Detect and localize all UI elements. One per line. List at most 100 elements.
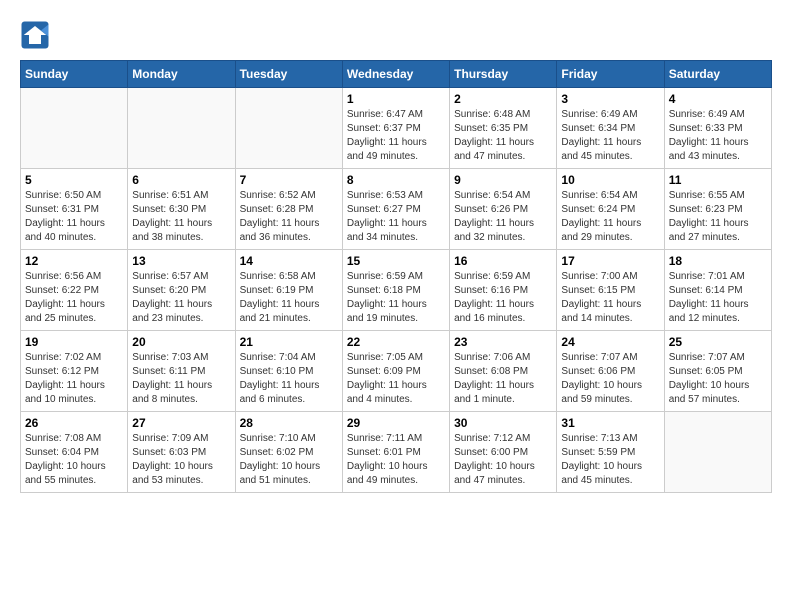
day-header-sunday: Sunday — [21, 61, 128, 88]
calendar-cell: 9Sunrise: 6:54 AM Sunset: 6:26 PM Daylig… — [450, 169, 557, 250]
calendar-cell: 30 Sunrise: 7:12 AM Sunset: 6:00 PM Dayli… — [450, 412, 557, 493]
day-number: 14 — [240, 254, 338, 268]
day-info: Sunrise: 6:59 AM Sunset: 6:16 PM Dayligh… — [454, 270, 552, 326]
calendar-cell — [128, 88, 235, 169]
day-info: Sunrise: 6:53 AM Sunset: 6:27 PM Dayligh… — [347, 189, 445, 245]
day-number: 30 — [454, 416, 552, 430]
day-info: Sunrise: 6:48 AM Sunset: 6:35 PM Dayligh… — [454, 108, 552, 164]
calendar-week-4: 19Sunrise: 7:02 AM Sunset: 6:12 PM Dayli… — [21, 331, 772, 412]
day-info: Sunrise: 6:54 AM Sunset: 6:24 PM Dayligh… — [561, 189, 659, 245]
day-info: Sunrise: 6:57 AM Sunset: 6:20 PM Dayligh… — [132, 270, 230, 326]
calendar-cell: 23 Sunrise: 7:06 AM Sunset: 6:08 PM Dayli… — [450, 331, 557, 412]
page-header — [20, 20, 772, 50]
day-info: Sunrise: 6:49 AM Sunset: 6:34 PM Dayligh… — [561, 108, 659, 164]
calendar-cell — [21, 88, 128, 169]
day-number: 18 — [669, 254, 767, 268]
day-info: Sunrise: 6:50 AM Sunset: 6:31 PM Dayligh… — [25, 189, 123, 245]
day-number: 22 — [347, 335, 445, 349]
calendar-cell: 31Sunrise: 7:13 AM Sunset: 5:59 PM Dayli… — [557, 412, 664, 493]
day-info: Sunrise: 7:11 AM Sunset: 6:01 PM Dayligh… — [347, 432, 445, 488]
calendar-cell: 18 Sunrise: 7:01 AM Sunset: 6:14 PM Dayli… — [664, 250, 771, 331]
day-info: Sunrise: 7:04 AM Sunset: 6:10 PM Dayligh… — [240, 351, 338, 407]
day-number: 19 — [25, 335, 123, 349]
day-number: 8 — [347, 173, 445, 187]
day-header-saturday: Saturday — [664, 61, 771, 88]
day-header-monday: Monday — [128, 61, 235, 88]
day-info: Sunrise: 6:52 AM Sunset: 6:28 PM Dayligh… — [240, 189, 338, 245]
day-info: Sunrise: 7:12 AM Sunset: 6:00 PM Dayligh… — [454, 432, 552, 488]
day-info: Sunrise: 7:09 AM Sunset: 6:03 PM Dayligh… — [132, 432, 230, 488]
calendar-header-row: SundayMondayTuesdayWednesdayThursdayFrid… — [21, 61, 772, 88]
day-number: 25 — [669, 335, 767, 349]
calendar-cell: 20 Sunrise: 7:03 AM Sunset: 6:11 PM Dayli… — [128, 331, 235, 412]
day-number: 2 — [454, 92, 552, 106]
day-number: 24 — [561, 335, 659, 349]
calendar-cell: 6Sunrise: 6:51 AM Sunset: 6:30 PM Daylig… — [128, 169, 235, 250]
day-info: Sunrise: 6:59 AM Sunset: 6:18 PM Dayligh… — [347, 270, 445, 326]
day-info: Sunrise: 7:00 AM Sunset: 6:15 PM Dayligh… — [561, 270, 659, 326]
calendar-week-2: 5 Sunrise: 6:50 AM Sunset: 6:31 PM Daylig… — [21, 169, 772, 250]
calendar-cell: 13 Sunrise: 6:57 AM Sunset: 6:20 PM Dayli… — [128, 250, 235, 331]
calendar-week-1: 1 Sunrise: 6:47 AM Sunset: 6:37 PM Daylig… — [21, 88, 772, 169]
calendar-cell: 11 Sunrise: 6:55 AM Sunset: 6:23 PM Dayli… — [664, 169, 771, 250]
day-number: 15 — [347, 254, 445, 268]
day-number: 1 — [347, 92, 445, 106]
day-info: Sunrise: 6:55 AM Sunset: 6:23 PM Dayligh… — [669, 189, 767, 245]
day-header-thursday: Thursday — [450, 61, 557, 88]
calendar-cell: 12 Sunrise: 6:56 AM Sunset: 6:22 PM Dayli… — [21, 250, 128, 331]
day-info: Sunrise: 7:06 AM Sunset: 6:08 PM Dayligh… — [454, 351, 552, 407]
day-number: 27 — [132, 416, 230, 430]
day-info: Sunrise: 7:05 AM Sunset: 6:09 PM Dayligh… — [347, 351, 445, 407]
calendar-week-3: 12 Sunrise: 6:56 AM Sunset: 6:22 PM Dayli… — [21, 250, 772, 331]
day-number: 28 — [240, 416, 338, 430]
day-info: Sunrise: 7:10 AM Sunset: 6:02 PM Dayligh… — [240, 432, 338, 488]
day-number: 13 — [132, 254, 230, 268]
day-number: 21 — [240, 335, 338, 349]
calendar-cell — [664, 412, 771, 493]
logo-icon — [20, 20, 50, 50]
calendar-cell: 8 Sunrise: 6:53 AM Sunset: 6:27 PM Daylig… — [342, 169, 449, 250]
calendar-cell — [235, 88, 342, 169]
day-number: 17 — [561, 254, 659, 268]
day-number: 26 — [25, 416, 123, 430]
day-number: 12 — [25, 254, 123, 268]
calendar-cell: 25 Sunrise: 7:07 AM Sunset: 6:05 PM Dayli… — [664, 331, 771, 412]
day-info: Sunrise: 7:07 AM Sunset: 6:05 PM Dayligh… — [669, 351, 767, 407]
day-number: 20 — [132, 335, 230, 349]
day-number: 9 — [454, 173, 552, 187]
day-number: 6 — [132, 173, 230, 187]
day-info: Sunrise: 7:08 AM Sunset: 6:04 PM Dayligh… — [25, 432, 123, 488]
day-info: Sunrise: 7:07 AM Sunset: 6:06 PM Dayligh… — [561, 351, 659, 407]
day-header-tuesday: Tuesday — [235, 61, 342, 88]
day-info: Sunrise: 6:49 AM Sunset: 6:33 PM Dayligh… — [669, 108, 767, 164]
calendar-table: SundayMondayTuesdayWednesdayThursdayFrid… — [20, 60, 772, 493]
day-number: 11 — [669, 173, 767, 187]
day-number: 23 — [454, 335, 552, 349]
calendar-cell: 26 Sunrise: 7:08 AM Sunset: 6:04 PM Dayli… — [21, 412, 128, 493]
day-info: Sunrise: 7:03 AM Sunset: 6:11 PM Dayligh… — [132, 351, 230, 407]
calendar-cell: 2 Sunrise: 6:48 AM Sunset: 6:35 PM Daylig… — [450, 88, 557, 169]
logo — [20, 20, 54, 50]
calendar-cell: 17 Sunrise: 7:00 AM Sunset: 6:15 PM Dayli… — [557, 250, 664, 331]
day-number: 16 — [454, 254, 552, 268]
day-number: 7 — [240, 173, 338, 187]
day-number: 10 — [561, 173, 659, 187]
calendar-cell: 27 Sunrise: 7:09 AM Sunset: 6:03 PM Dayli… — [128, 412, 235, 493]
calendar-cell: 1 Sunrise: 6:47 AM Sunset: 6:37 PM Daylig… — [342, 88, 449, 169]
day-number: 31 — [561, 416, 659, 430]
calendar-cell: 10 Sunrise: 6:54 AM Sunset: 6:24 PM Dayli… — [557, 169, 664, 250]
day-header-friday: Friday — [557, 61, 664, 88]
calendar-cell: 22 Sunrise: 7:05 AM Sunset: 6:09 PM Dayli… — [342, 331, 449, 412]
day-info: Sunrise: 6:58 AM Sunset: 6:19 PM Dayligh… — [240, 270, 338, 326]
day-number: 5 — [25, 173, 123, 187]
day-info: Sunrise: 7:01 AM Sunset: 6:14 PM Dayligh… — [669, 270, 767, 326]
day-number: 4 — [669, 92, 767, 106]
calendar-cell: 5 Sunrise: 6:50 AM Sunset: 6:31 PM Daylig… — [21, 169, 128, 250]
day-info: Sunrise: 6:56 AM Sunset: 6:22 PM Dayligh… — [25, 270, 123, 326]
calendar-cell: 4 Sunrise: 6:49 AM Sunset: 6:33 PM Daylig… — [664, 88, 771, 169]
day-info: Sunrise: 6:47 AM Sunset: 6:37 PM Dayligh… — [347, 108, 445, 164]
calendar-cell: 16 Sunrise: 6:59 AM Sunset: 6:16 PM Dayli… — [450, 250, 557, 331]
calendar-cell: 28 Sunrise: 7:10 AM Sunset: 6:02 PM Dayli… — [235, 412, 342, 493]
calendar-cell: 15 Sunrise: 6:59 AM Sunset: 6:18 PM Dayli… — [342, 250, 449, 331]
day-number: 3 — [561, 92, 659, 106]
